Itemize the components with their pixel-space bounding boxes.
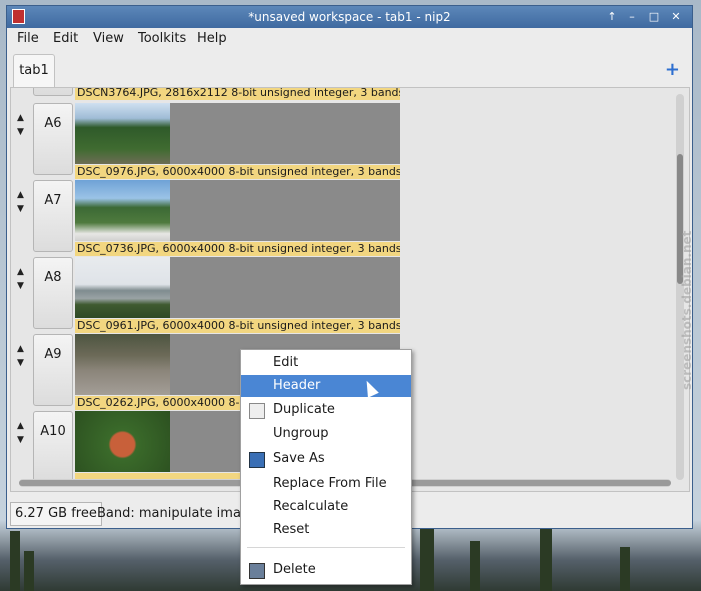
menu-view[interactable]: View (93, 31, 124, 46)
free-space-indicator: 6.27 GB free (10, 502, 102, 526)
menu-help[interactable]: Help (197, 31, 227, 46)
image-preview (75, 257, 170, 318)
title-bar[interactable]: *unsaved workspace - tab1 - nip2 ↑ – □ ✕ (7, 6, 692, 28)
row-caption: DSC_0961.JPG, 6000x4000 8-bit unsigned i… (75, 319, 400, 333)
window-minimize-button[interactable]: – (624, 9, 640, 24)
row-caption: DSC_0736.JPG, 6000x4000 8-bit unsigned i… (75, 242, 400, 256)
row-thumbnail[interactable] (75, 257, 400, 318)
row-thumbnail[interactable] (75, 180, 400, 241)
tree-silhouette (24, 551, 34, 591)
menu-item-duplicate[interactable]: Duplicate (241, 399, 411, 421)
row-caption: DSCN3764.JPG, 2816x2112 8-bit unsigned i… (75, 87, 400, 100)
menu-file[interactable]: File (17, 31, 39, 46)
menu-item-delete[interactable]: Delete (241, 559, 411, 581)
tree-silhouette (620, 547, 630, 591)
row-button-a9[interactable]: A9 (33, 334, 73, 406)
menu-separator (247, 547, 405, 548)
tree-silhouette (470, 541, 480, 591)
row-move-arrows[interactable]: ▲ ▼ (17, 111, 29, 139)
context-menu: Edit Header Duplicate Ungroup Save As Re… (240, 349, 412, 585)
window-close-button[interactable]: ✕ (668, 9, 684, 24)
row-move-arrows[interactable]: ▲ ▼ (17, 265, 29, 293)
tree-silhouette (420, 521, 434, 591)
workspace-row: ▲ ▼ A8 DSC_0961.JPG, 6000x4000 8-bit unsi… (11, 257, 411, 334)
menu-item-reset[interactable]: Reset (241, 519, 411, 541)
workspace-row: ▲ ▼ A7 DSC_0736.JPG, 6000x4000 8-bit unsi… (11, 180, 411, 257)
row-button-a8[interactable]: A8 (33, 257, 73, 329)
menu-item-header[interactable]: Header (241, 375, 411, 397)
tree-silhouette (540, 529, 552, 591)
menu-edit[interactable]: Edit (53, 31, 78, 46)
row-button-a10[interactable]: A10 (33, 411, 73, 483)
row-move-arrows[interactable]: ▲ ▼ (17, 419, 29, 447)
row-button-a6[interactable]: A6 (33, 103, 73, 175)
status-message: Band: manipulate image (97, 506, 258, 521)
tab-row: tab1 + (7, 50, 692, 88)
plus-icon[interactable]: + (665, 61, 680, 79)
menu-item-ungroup[interactable]: Ungroup (241, 423, 411, 445)
window-title: *unsaved workspace - tab1 - nip2 (248, 10, 451, 24)
watermark: screenshots.debian.net (680, 230, 694, 390)
workspace-row: DSCN3764.JPG, 2816x2112 8-bit unsigned i… (11, 87, 411, 101)
image-preview (75, 334, 170, 395)
tab-tab1[interactable]: tab1 (13, 54, 55, 87)
row-move-arrows[interactable]: ▲ ▼ (17, 188, 29, 216)
row-caption: DSC_0976.JPG, 6000x4000 8-bit unsigned i… (75, 165, 400, 179)
menu-item-replace-from-file[interactable]: Replace From File (241, 473, 411, 495)
window-up-button[interactable]: ↑ (604, 9, 620, 24)
workspace-row: ▲ ▼ A6 DSC_0976.JPG, 6000x4000 8-bit unsi… (11, 103, 411, 180)
menu-bar: File Edit View Toolkits Help (7, 28, 692, 50)
row-thumbnail[interactable] (75, 103, 400, 164)
menu-item-edit[interactable]: Edit (241, 352, 411, 374)
menu-item-save-as[interactable]: Save As (241, 448, 411, 470)
menu-item-recalculate[interactable]: Recalculate (241, 496, 411, 518)
image-preview (75, 411, 170, 472)
image-preview (75, 180, 170, 241)
menu-toolkits[interactable]: Toolkits (138, 31, 186, 46)
tree-silhouette (10, 531, 20, 591)
window-maximize-button[interactable]: □ (646, 9, 662, 24)
image-preview (75, 103, 170, 164)
row-button[interactable] (33, 88, 73, 96)
row-move-arrows[interactable]: ▲ ▼ (17, 342, 29, 370)
row-button-a7[interactable]: A7 (33, 180, 73, 252)
